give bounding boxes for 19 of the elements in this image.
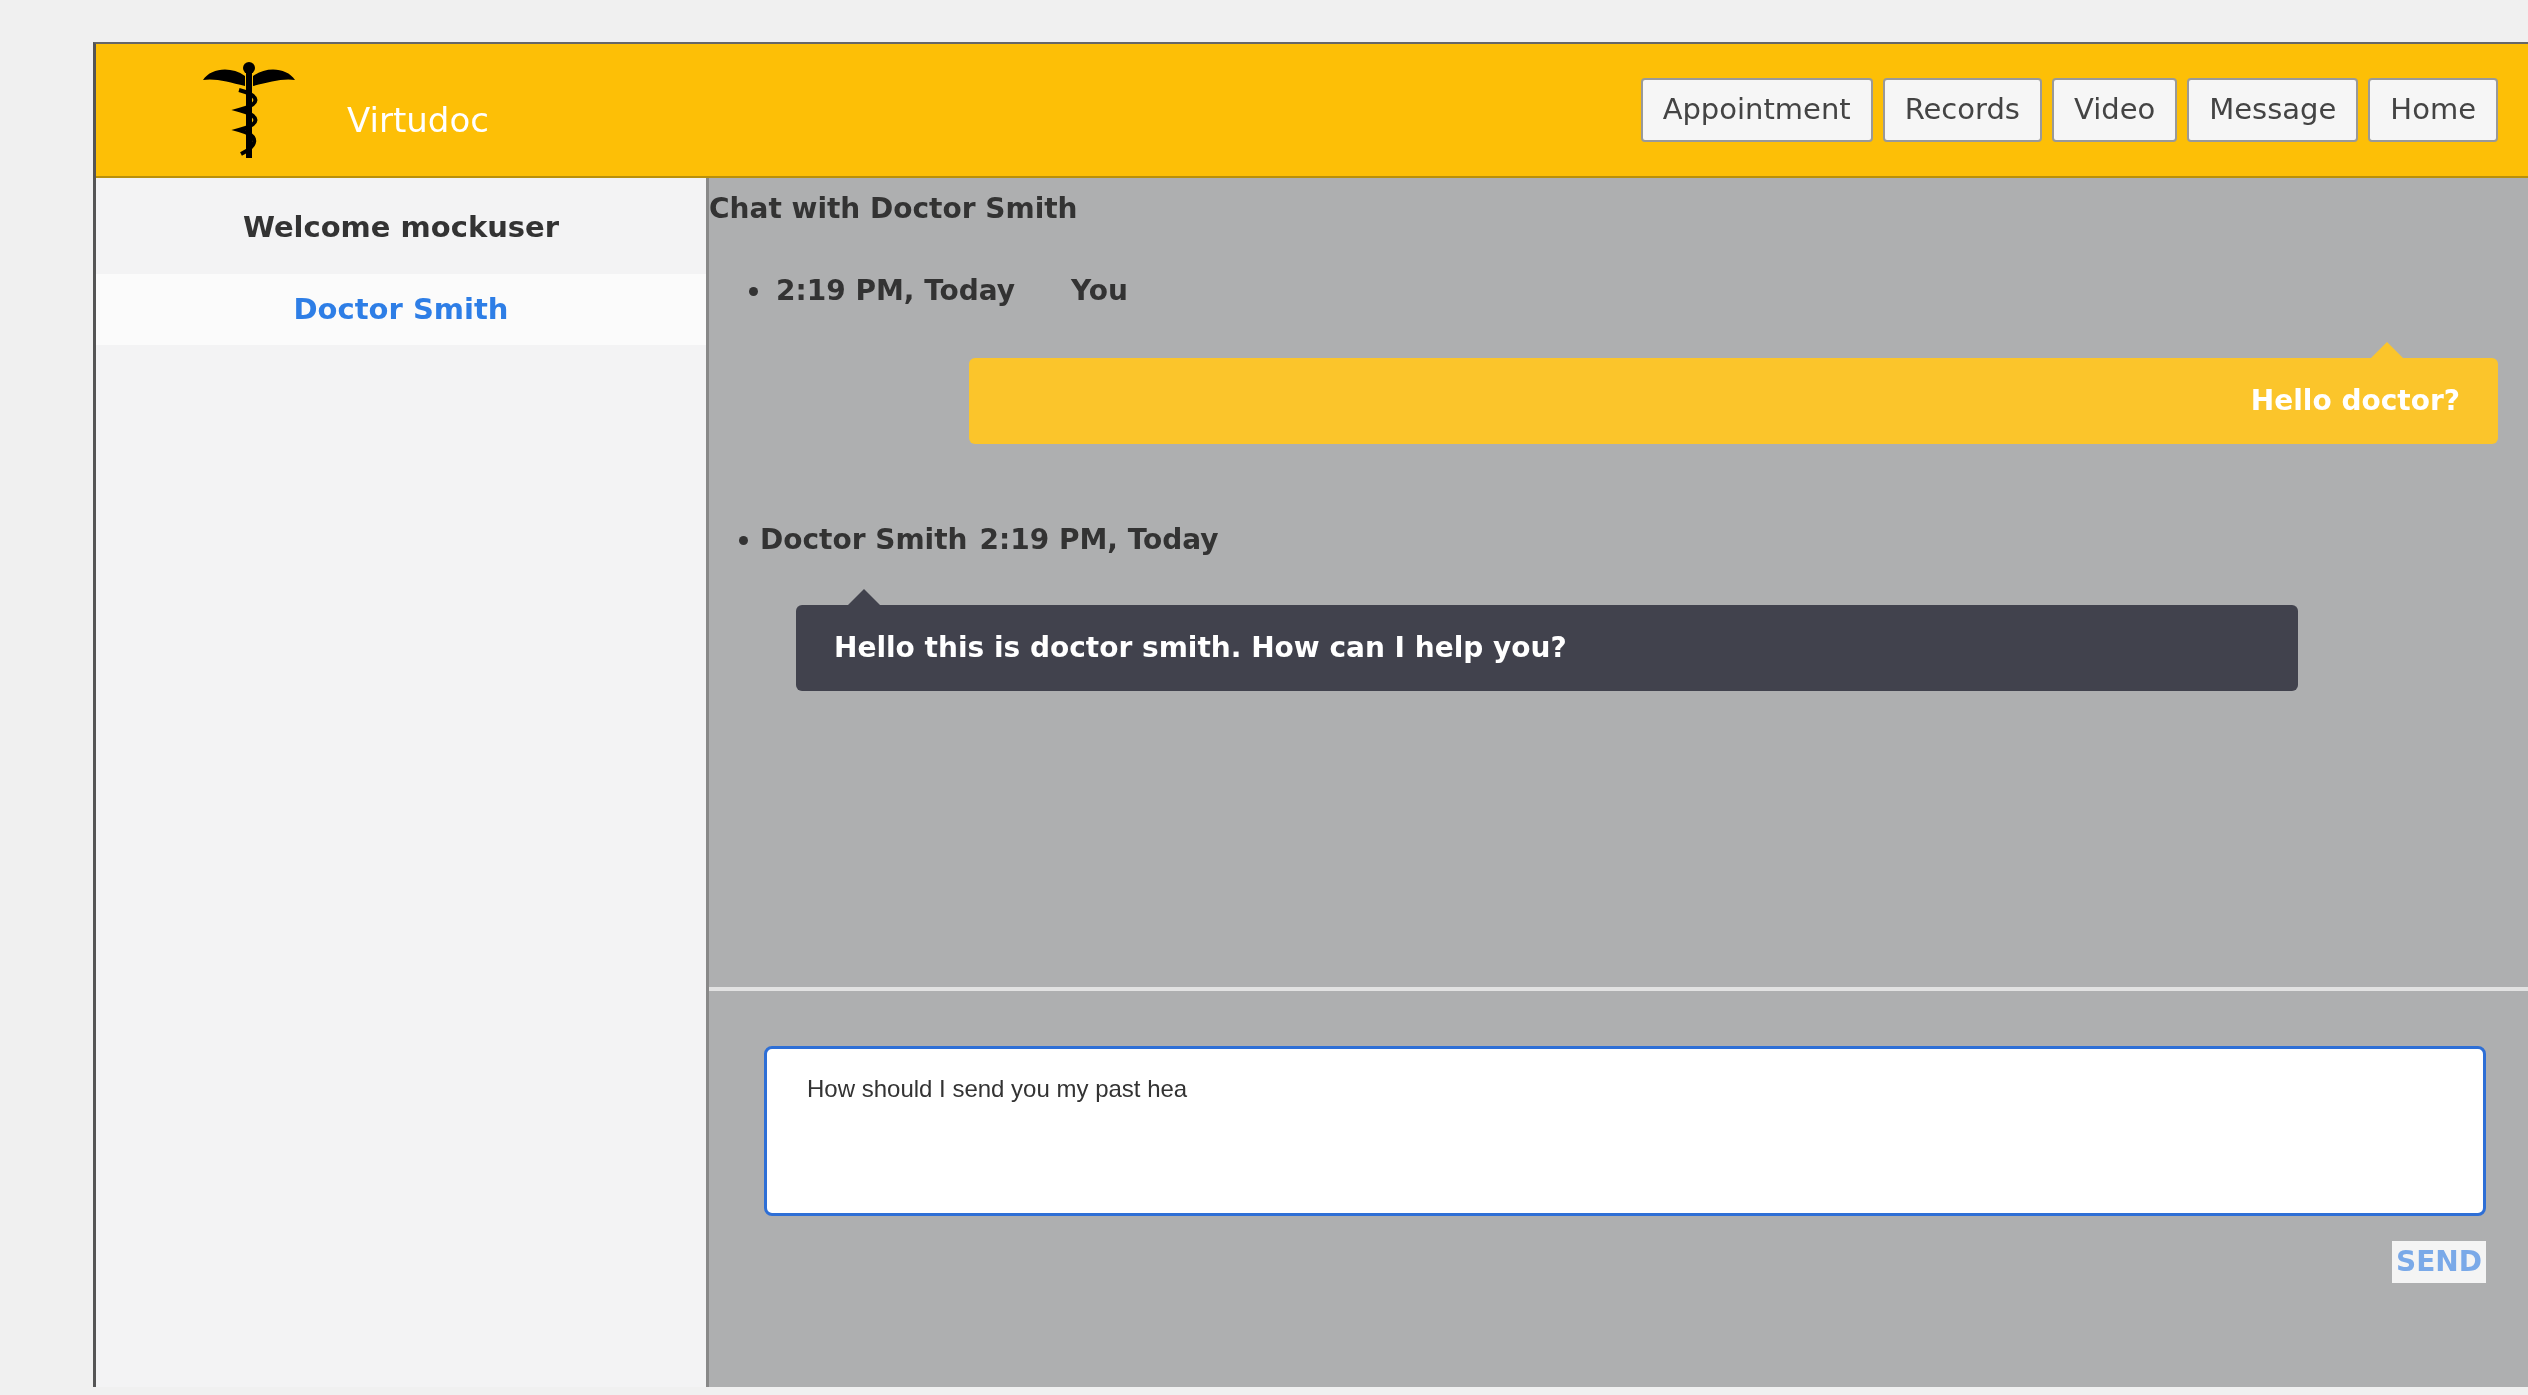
message-bubble: Hello doctor? bbox=[969, 358, 2498, 444]
message-sender: Doctor Smith bbox=[760, 522, 968, 558]
message-time: 2:19 PM, Today bbox=[776, 273, 1016, 309]
message-input[interactable]: How should I send you my past hea bbox=[764, 1046, 2486, 1216]
contact-item[interactable]: Doctor Smith bbox=[96, 273, 706, 345]
nav-button[interactable]: Video bbox=[2052, 78, 2178, 142]
bullet-icon bbox=[749, 286, 758, 296]
nav-button[interactable]: Appointment bbox=[1640, 78, 1873, 142]
chat-title: Chat with Doctor Smith bbox=[709, 191, 1079, 227]
message-bubble: Hello this is doctor smith. How can I help you? bbox=[796, 605, 2298, 691]
nav-button[interactable]: Records bbox=[1882, 78, 2042, 142]
message-time: 2:19 PM, Today bbox=[979, 522, 1219, 558]
caduceus-icon bbox=[201, 60, 297, 160]
bullet-icon bbox=[739, 535, 748, 545]
welcome-text: Welcome mockuser bbox=[241, 209, 561, 246]
message-sender: You bbox=[1071, 273, 1128, 309]
nav-button[interactable]: Message bbox=[2187, 78, 2359, 142]
brand-name: Virtudoc bbox=[347, 98, 489, 142]
nav-button[interactable]: Home bbox=[2368, 78, 2498, 142]
